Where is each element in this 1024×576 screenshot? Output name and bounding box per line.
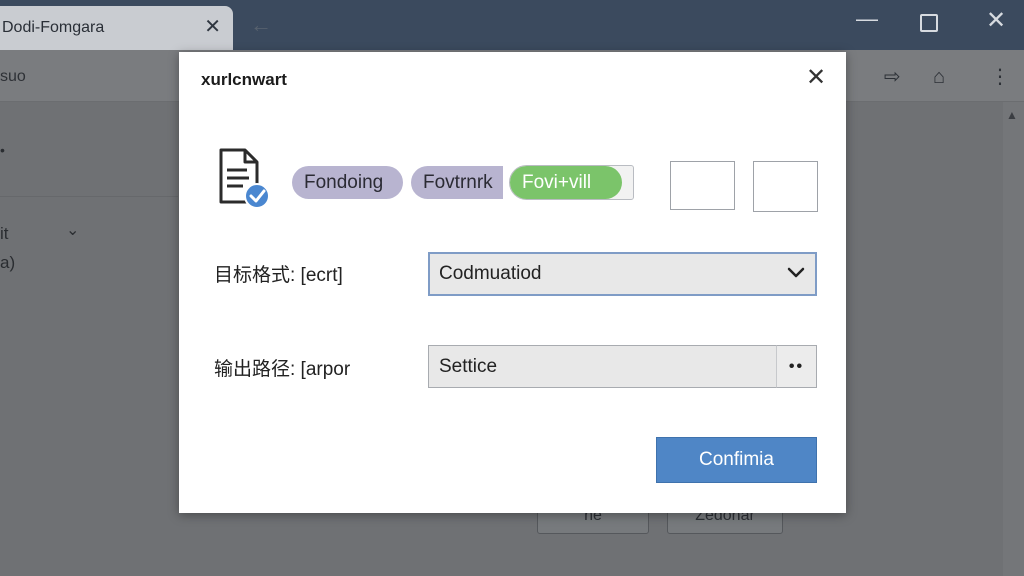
sidebar-divider: [0, 196, 178, 197]
format-chip-fondoing[interactable]: Fondoing: [292, 166, 403, 199]
maximize-icon[interactable]: [920, 14, 938, 32]
window-titlebar: Dodi-Fomgara ✕ ← — ✕: [0, 0, 1024, 50]
confirm-button[interactable]: Confimia: [656, 437, 817, 483]
confirm-label: Confimia: [699, 449, 774, 470]
format-chip-fovtrnrk[interactable]: Fovtrnrk: [411, 166, 503, 199]
output-path-input[interactable]: Settice: [428, 345, 817, 388]
browser-tab[interactable]: Dodi-Fomgara ✕: [0, 6, 233, 50]
option-box-2[interactable]: [753, 161, 818, 212]
tab-close-icon[interactable]: ✕: [204, 16, 221, 38]
minimize-icon[interactable]: —: [856, 6, 878, 32]
chip-label: Fondoing: [304, 171, 384, 193]
dialog-title: xurlcnwart: [201, 70, 287, 89]
tab-title: Dodi-Fomgara: [2, 19, 105, 36]
more-vert-icon[interactable]: ⋮: [990, 66, 1010, 88]
browse-label: ••: [788, 357, 805, 375]
home-icon[interactable]: ⌂: [933, 66, 945, 88]
output-path-label: 输出路径: [arpor: [214, 359, 351, 380]
chip-label: Fovtrnrk: [423, 171, 493, 193]
browse-button[interactable]: ••: [776, 345, 817, 388]
sidebar-text: a): [0, 253, 16, 272]
conversion-dialog: xurlcnwart ✕ Fondoing Fovtrnrk Fovi+vill…: [179, 52, 846, 513]
toolbar-label: suo: [0, 68, 26, 85]
chip-label: Fovi+vill: [522, 171, 592, 193]
share-icon[interactable]: ⇨: [884, 66, 901, 88]
close-icon[interactable]: ✕: [803, 64, 829, 91]
target-format-select[interactable]: Codmuatiod: [428, 252, 817, 296]
scroll-up-icon[interactable]: ▲: [1006, 108, 1018, 122]
format-toggle[interactable]: Fovi+vill: [509, 165, 634, 200]
window-close-icon[interactable]: ✕: [986, 8, 1006, 34]
select-value: Codmuatiod: [439, 263, 542, 284]
input-value: Settice: [439, 355, 498, 377]
sidebar-text: it: [0, 224, 9, 243]
target-format-label: 目标格式: [ecrt]: [214, 265, 343, 286]
sidebar-chevron-down-icon[interactable]: ⌄: [66, 220, 79, 240]
option-box-1[interactable]: [670, 161, 735, 210]
chevron-down-icon: [787, 267, 805, 278]
document-check-icon: [219, 148, 270, 209]
scrollbar[interactable]: [1003, 102, 1024, 576]
back-arrow-icon[interactable]: ←: [250, 14, 272, 36]
sidebar-dot: •: [0, 142, 5, 158]
format-chip-selected[interactable]: Fovi+vill: [510, 166, 622, 199]
